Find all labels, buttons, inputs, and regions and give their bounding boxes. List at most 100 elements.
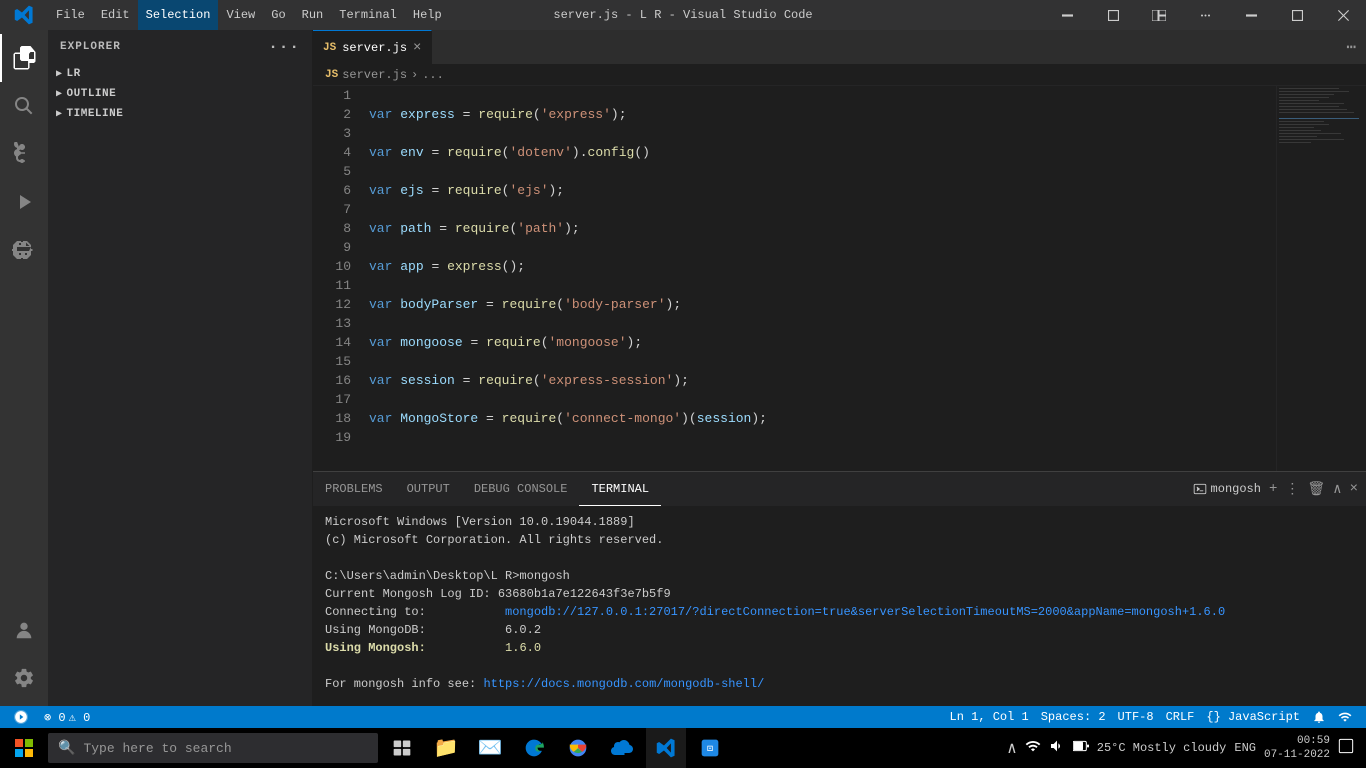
file-explorer-app[interactable]: 📁 <box>426 728 466 768</box>
settings-activity-icon[interactable] <box>0 654 48 702</box>
minimap <box>1276 86 1366 471</box>
search-activity-icon[interactable] <box>0 82 48 130</box>
close-window-button[interactable] <box>1320 0 1366 30</box>
breadcrumb-symbol[interactable]: ... <box>422 68 444 82</box>
breadcrumb-separator: › <box>411 68 418 82</box>
edge-app[interactable] <box>514 728 554 768</box>
explorer-activity-icon[interactable] <box>0 34 48 82</box>
tray-weather[interactable]: 25°C Mostly cloudy <box>1097 741 1227 755</box>
errors-warnings-status[interactable]: ⊗ 0 ⚠ 0 <box>38 706 96 728</box>
maximize-panel-button[interactable]: ∧ <box>1333 481 1341 498</box>
code-editor[interactable]: 1 2 3 4 5 6 7 8 9 10 11 12 13 14 15 16 1 <box>313 86 1366 471</box>
sidebar-title: Explorer <box>60 41 121 53</box>
encoding-status[interactable]: UTF-8 <box>1112 710 1160 724</box>
taskbar-right: ∧ 25°C Mostly cloudy ENG 00:59 07-11-202… <box>1007 734 1362 763</box>
minimize-window-button[interactable] <box>1228 0 1274 30</box>
window-title: server.js - L R - Visual Studio Code <box>553 8 812 22</box>
onedrive-app[interactable] <box>602 728 642 768</box>
terminal-line <box>325 657 1354 675</box>
extensions-activity-icon[interactable] <box>0 226 48 274</box>
breadcrumb-filename[interactable]: server.js <box>342 68 407 82</box>
source-control-activity-icon[interactable] <box>0 130 48 178</box>
debug-console-tab[interactable]: DEBUG CONSOLE <box>462 472 580 506</box>
tray-battery-icon[interactable] <box>1073 739 1089 757</box>
sidebar-item-timeline[interactable]: ▶ TIMELINE <box>48 104 312 124</box>
terminal-line: For mongosh info see: https://docs.mongo… <box>325 675 1354 693</box>
terminal-line: C:\Users\admin\Desktop\L R>mongosh <box>325 567 1354 585</box>
sidebar-header: Explorer ··· <box>48 30 312 64</box>
menu-help[interactable]: Help <box>405 0 450 30</box>
status-bar: ⊗ 0 ⚠ 0 Ln 1, Col 1 Spaces: 2 UTF-8 CRLF… <box>0 706 1366 728</box>
new-terminal-button[interactable]: + <box>1269 481 1277 497</box>
taskbar-search[interactable]: 🔍 Type here to search <box>48 733 378 763</box>
line-ending-status[interactable]: CRLF <box>1160 710 1201 724</box>
menu-terminal[interactable]: Terminal <box>331 0 405 30</box>
menu-selection[interactable]: Selection <box>138 0 219 30</box>
window-controls <box>1044 0 1366 30</box>
sidebar-timeline-label: TIMELINE <box>67 108 124 120</box>
code-content[interactable]: var express = require('express'); var en… <box>359 86 1276 471</box>
system-clock[interactable]: 00:59 07-11-2022 <box>1264 734 1330 763</box>
remote-connection-status[interactable] <box>1332 710 1358 724</box>
breadcrumb-js-icon: JS <box>325 69 338 81</box>
chrome-app[interactable] <box>558 728 598 768</box>
tab-server-js[interactable]: JS server.js × <box>313 30 432 64</box>
cursor-position-text: Ln 1, Col 1 <box>950 710 1029 724</box>
remote-status[interactable] <box>8 706 34 728</box>
language-mode-status[interactable]: {} JavaScript <box>1200 710 1306 724</box>
kill-terminal-button[interactable]: 🗑 <box>1307 481 1325 498</box>
terminal-name-badge: mongosh <box>1193 482 1261 496</box>
tray-notification-icon[interactable] <box>1338 738 1354 759</box>
split-terminal-button[interactable]: ⋮ <box>1285 481 1299 498</box>
problems-tab[interactable]: PROBLEMS <box>313 472 395 506</box>
terminal-line: Current Mongosh Log ID: 63680b1a7e122643… <box>325 585 1354 603</box>
terminal-line: Using Mongosh: 1.6.0 <box>325 639 1354 657</box>
clock-date: 07-11-2022 <box>1264 748 1330 762</box>
start-button[interactable] <box>4 728 44 768</box>
timeline-arrow-icon: ▶ <box>56 108 63 120</box>
terminal-line: Microsoft Windows [Version 10.0.19044.18… <box>325 513 1354 531</box>
editor-area: JS server.js × ⋯ JS server.js › ... 1 2 … <box>313 30 1366 706</box>
indentation-status[interactable]: Spaces: 2 <box>1035 710 1112 724</box>
taskbar: 🔍 Type here to search 📁 ✉️ <box>0 728 1366 768</box>
restore-button[interactable] <box>1090 0 1136 30</box>
menu-file[interactable]: File <box>48 0 93 30</box>
menu-run[interactable]: Run <box>294 0 332 30</box>
more-options-button[interactable] <box>1182 0 1228 30</box>
mail-app[interactable]: ✉️ <box>470 728 510 768</box>
sidebar-item-outline[interactable]: ▶ OUTLINE <box>48 84 312 104</box>
tray-network-icon[interactable] <box>1025 738 1041 759</box>
tray-volume-icon[interactable] <box>1049 738 1065 759</box>
terminal-line: (c) Microsoft Corporation. All rights re… <box>325 531 1354 549</box>
unknown-app[interactable]: ⊡ <box>690 728 730 768</box>
minimize-button[interactable] <box>1044 0 1090 30</box>
menu-edit[interactable]: Edit <box>93 0 138 30</box>
run-debug-activity-icon[interactable] <box>0 178 48 226</box>
maximize-window-button[interactable] <box>1274 0 1320 30</box>
taskbar-search-icon: 🔍 <box>58 740 75 757</box>
tray-language[interactable]: ENG <box>1234 741 1256 755</box>
svg-text:⊡: ⊡ <box>707 744 713 755</box>
js-file-icon: JS <box>323 42 336 54</box>
remote-activity-icon[interactable] <box>0 606 48 654</box>
cursor-position-status[interactable]: Ln 1, Col 1 <box>944 710 1035 724</box>
main-container: Explorer ··· ▶ LR ▶ OUTLINE ▶ TIMELINE J… <box>0 30 1366 706</box>
sidebar-more-options[interactable]: ··· <box>268 38 300 56</box>
terminal-tab[interactable]: TERMINAL <box>579 472 661 506</box>
terminal-content[interactable]: Microsoft Windows [Version 10.0.19044.18… <box>313 507 1366 706</box>
menu-view[interactable]: View <box>218 0 263 30</box>
menu-go[interactable]: Go <box>263 0 293 30</box>
notifications-status[interactable] <box>1306 710 1332 724</box>
tab-close-button[interactable]: × <box>413 40 421 56</box>
task-view-button[interactable] <box>382 728 422 768</box>
close-panel-button[interactable]: × <box>1350 481 1358 497</box>
tab-bar: JS server.js × ⋯ <box>313 30 1366 65</box>
sidebar-item-lr[interactable]: ▶ LR <box>48 64 312 84</box>
output-tab[interactable]: OUTPUT <box>395 472 462 506</box>
vscode-app[interactable] <box>646 728 686 768</box>
tray-up-arrow[interactable]: ∧ <box>1007 738 1017 758</box>
tab-filename: server.js <box>342 41 407 55</box>
layout-editor-button[interactable] <box>1136 0 1182 30</box>
panel-actions: mongosh + ⋮ 🗑 ∧ × <box>1193 481 1366 498</box>
split-editor-button[interactable]: ⋯ <box>1344 35 1358 59</box>
